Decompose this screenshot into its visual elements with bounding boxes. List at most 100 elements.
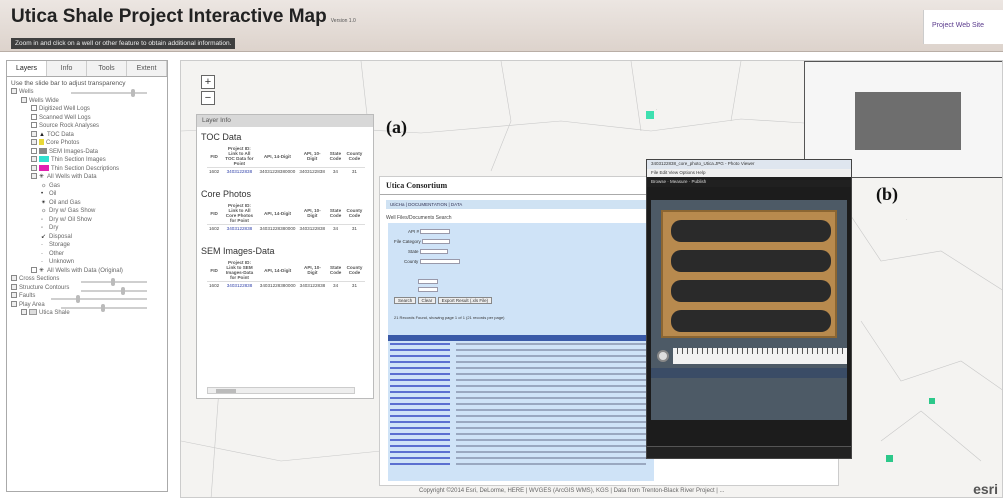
well-marker[interactable] <box>886 455 893 462</box>
checkbox[interactable] <box>11 88 17 94</box>
file-link[interactable] <box>390 343 450 345</box>
layer-cross-sections[interactable]: Cross Sections <box>11 275 163 286</box>
table-row[interactable] <box>390 391 652 395</box>
transparency-slider[interactable] <box>71 89 147 97</box>
project-website-link[interactable]: Project Web Site <box>923 10 1003 44</box>
table-row[interactable] <box>390 463 652 467</box>
checkbox[interactable] <box>31 113 37 120</box>
project-id-link[interactable]: 3403122838 <box>221 225 257 233</box>
table-row[interactable] <box>390 397 652 401</box>
layer-thin-desc[interactable]: Thin Section Descriptions <box>11 164 163 174</box>
checkbox[interactable] <box>31 266 37 273</box>
state-select[interactable] <box>419 249 448 255</box>
file-link[interactable] <box>390 451 450 453</box>
layer-play-area[interactable]: Play Area <box>11 300 163 312</box>
checkbox[interactable] <box>11 275 17 281</box>
zoom-in-button[interactable]: + <box>201 75 215 89</box>
project-id-link[interactable]: 3403122838 <box>221 168 257 176</box>
file-category-field[interactable]: File Category <box>394 239 451 245</box>
table-row[interactable] <box>390 361 652 365</box>
layer-wells[interactable]: Wells <box>11 88 163 97</box>
map-view[interactable]: + − · · (a) (b) Layer Info TOC Data FID P… <box>180 60 1003 498</box>
file-link[interactable] <box>390 409 450 411</box>
checkbox[interactable] <box>31 139 37 145</box>
table-row[interactable] <box>390 421 652 425</box>
extra-input[interactable] <box>418 279 438 285</box>
checkbox[interactable] <box>11 300 17 307</box>
county-select[interactable] <box>419 259 460 265</box>
file-link[interactable] <box>390 361 450 363</box>
checkbox[interactable] <box>31 105 37 111</box>
layer-sem[interactable]: SEM Images-Data <box>11 147 163 157</box>
table-row[interactable] <box>390 367 652 371</box>
checkbox[interactable] <box>31 130 37 137</box>
file-link[interactable] <box>390 427 450 429</box>
county-field[interactable]: County <box>404 259 460 265</box>
text-input[interactable] <box>418 287 438 293</box>
table-row[interactable] <box>390 343 652 347</box>
project-id-link[interactable]: 3403122838 <box>221 282 258 290</box>
file-link[interactable] <box>390 367 450 369</box>
text-input[interactable] <box>418 279 438 285</box>
layer-info-panel[interactable]: Layer Info TOC Data FID Project ID: Link … <box>196 114 374 399</box>
file-link[interactable] <box>390 373 450 375</box>
overview-extent[interactable] <box>855 92 961 150</box>
api-input[interactable] <box>420 229 451 235</box>
checkbox[interactable] <box>11 283 17 290</box>
tab-tools[interactable]: Tools <box>87 61 127 76</box>
scrollbar-thumb[interactable] <box>216 389 236 393</box>
checkbox[interactable] <box>21 309 27 315</box>
layer-all-wells-orig[interactable]: ✳ All Wells with Data (Original) <box>11 266 163 276</box>
table-row[interactable] <box>390 427 652 431</box>
photo-viewer-window[interactable]: 3403122838_core_photo_Utica.JPG - Photo … <box>646 159 852 459</box>
layer-thin-images[interactable]: Thin Section Images <box>11 156 163 165</box>
layer-utica-shale[interactable]: Utica Shale <box>11 309 163 318</box>
table-row[interactable] <box>390 409 652 413</box>
tab-layers[interactable]: Layers <box>7 61 47 76</box>
checkbox[interactable] <box>31 122 37 128</box>
horizontal-scrollbar[interactable] <box>207 387 355 394</box>
file-link[interactable] <box>390 463 450 465</box>
file-link[interactable] <box>390 349 450 351</box>
layer-wells-wide[interactable]: Wells Wide <box>11 96 163 106</box>
file-link[interactable] <box>390 421 450 423</box>
zoom-out-button[interactable]: − <box>201 91 215 105</box>
layer-digitized-logs[interactable]: Digitized Well Logs <box>11 105 163 114</box>
table-row[interactable] <box>390 349 652 353</box>
file-link[interactable] <box>390 415 450 417</box>
file-link[interactable] <box>390 355 450 357</box>
table-row[interactable] <box>390 385 652 389</box>
layer-toc[interactable]: ▲ TOC Data <box>11 130 163 140</box>
tab-info[interactable]: Info <box>47 61 87 76</box>
file-link[interactable] <box>390 379 450 381</box>
file-link[interactable] <box>390 397 450 399</box>
category-select[interactable] <box>422 239 451 245</box>
checkbox[interactable] <box>11 292 17 298</box>
api-field[interactable]: API # <box>408 229 451 235</box>
layer-faults[interactable]: Faults <box>11 292 163 303</box>
state-field[interactable]: State <box>408 249 448 255</box>
file-link[interactable] <box>390 457 450 459</box>
table-row[interactable] <box>390 445 652 449</box>
layer-core-photos[interactable]: Core Photos <box>11 139 163 148</box>
viewer-menu[interactable]: File Edit View Options Help <box>647 169 851 177</box>
file-link[interactable] <box>390 445 450 447</box>
checkbox[interactable] <box>31 147 37 154</box>
table-row[interactable] <box>390 355 652 359</box>
file-link[interactable] <box>390 403 450 405</box>
table-row[interactable] <box>390 439 652 443</box>
table-row[interactable] <box>390 415 652 419</box>
layer-source-rock[interactable]: Source Rock Analyses <box>11 122 163 131</box>
thin-section-marker[interactable] <box>646 111 654 119</box>
table-row[interactable] <box>390 403 652 407</box>
checkbox[interactable] <box>31 164 37 171</box>
file-link[interactable] <box>390 385 450 387</box>
layer-all-wells[interactable]: ✳ All Wells with Data <box>11 173 163 182</box>
layer-structure[interactable]: Structure Contours <box>11 283 163 295</box>
extra-input[interactable] <box>418 287 438 293</box>
viewer-toolbar[interactable]: Browse · Measure · Publish <box>647 177 851 187</box>
table-row[interactable] <box>390 379 652 383</box>
table-row[interactable] <box>390 451 652 455</box>
layer-scanned-logs[interactable]: Scanned Well Logs <box>11 113 163 123</box>
checkbox[interactable] <box>31 173 37 179</box>
